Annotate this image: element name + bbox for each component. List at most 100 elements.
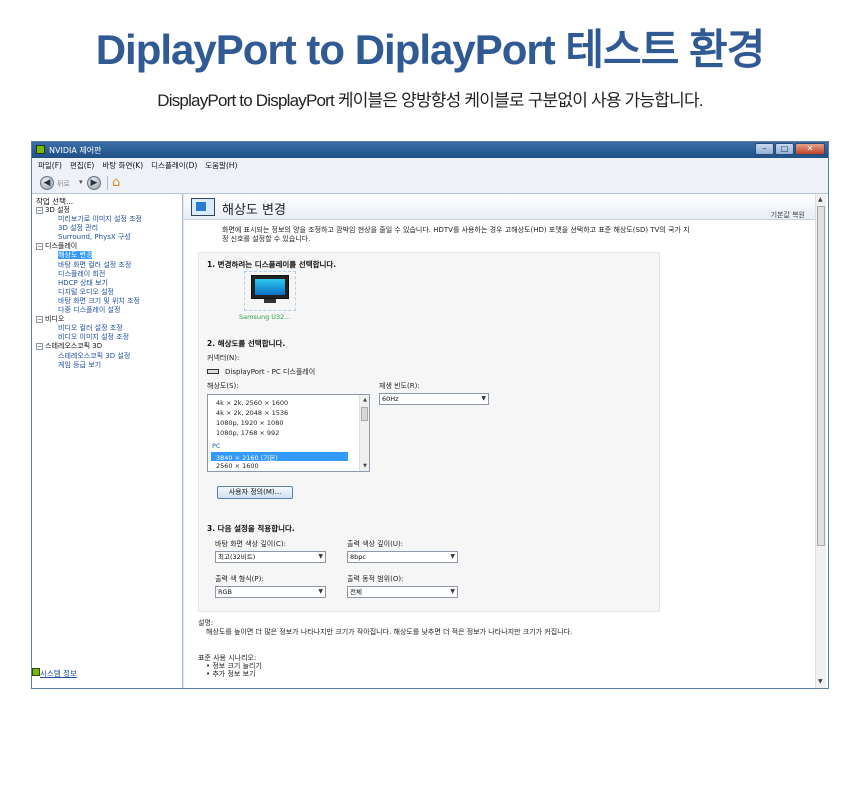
content-scroll-thumb[interactable]	[817, 206, 825, 546]
content-header: 해상도 변경 기본값 복원	[184, 194, 815, 220]
display-resolution-icon	[191, 198, 215, 216]
task-tree: −3D 설정 미리보기로 이미지 설정 조정 3D 설정 관리 Surround, P…	[36, 206, 142, 370]
sidebar-item-label: HDCP 상태 보기	[58, 278, 108, 287]
back-label[interactable]: 뒤로	[57, 179, 70, 189]
chevron-down-icon: ▼	[318, 553, 323, 560]
monitor-label[interactable]: Samsung U32...	[239, 313, 291, 321]
chevron-down-icon: ▼	[318, 588, 323, 595]
resolution-option[interactable]: 2560 × 1600	[216, 462, 259, 470]
menu-bar: 파일(F) 편집(E) 바탕 화면(K) 디스플레이(D) 도움말(H)	[32, 158, 828, 172]
chevron-down-icon: ▼	[450, 553, 455, 560]
sidebar-item-label: 다중 디스플레이 설정	[58, 306, 121, 315]
sidebar-item[interactable]: 비디오 컬러 설정 조정	[36, 324, 142, 333]
sidebar-item[interactable]: 디지털 오디오 설정	[36, 288, 142, 297]
back-arrow-icon[interactable]: ◀	[40, 176, 54, 190]
sidebar-item[interactable]: Surround, PhysX 구성	[36, 233, 142, 242]
sidebar-category[interactable]: − 스테레오스코픽 3D	[36, 342, 142, 351]
collapse-icon[interactable]: −	[36, 316, 43, 324]
scroll-up-icon[interactable]: ▲	[363, 397, 367, 403]
output-color-format-label: 출력 색 형식(P):	[215, 575, 264, 583]
sidebar-item[interactable]: 바탕 화면 크기 및 위치 조정	[36, 297, 142, 306]
sidebar-item-label: 해상도 변경	[58, 251, 93, 260]
resolution-scroll-thumb[interactable]	[361, 407, 368, 421]
menu-file[interactable]: 파일(F)	[38, 160, 62, 171]
connector-label: 커넥터(N):	[207, 354, 240, 362]
minimize-button[interactable]: –	[755, 143, 774, 155]
resolution-option[interactable]: 4k × 2k, 2048 × 1536	[216, 409, 288, 417]
scroll-up-icon[interactable]: ▲	[818, 196, 823, 203]
resolution-label: 해상도(S):	[207, 382, 239, 390]
output-dynamic-range-select[interactable]: 전체 ▼	[347, 586, 458, 598]
banner-subtitle: DisplayPort to DisplayPort 케이블은 양방향성 케이블…	[157, 91, 703, 110]
collapse-icon[interactable]: −	[36, 343, 43, 351]
sidebar-category[interactable]: − 비디오	[36, 315, 142, 324]
settings-panel: 1. 변경하려는 디스플레이를 선택합니다. Samsung U32... 2.…	[198, 252, 660, 612]
sidebar-item[interactable]: 다중 디스플레이 설정	[36, 306, 142, 315]
scroll-down-icon[interactable]: ▼	[363, 463, 367, 469]
sidebar-category[interactable]: −3D 설정	[36, 206, 142, 215]
sidebar-item-label: 디지털 오디오 설정	[58, 287, 114, 296]
sidebar-item-label: 비디오 이미지 설정 조정	[58, 333, 130, 342]
scenario-item: • 추가 정보 보기	[206, 670, 256, 678]
resolution-option[interactable]: 4k × 2k, 2560 × 1600	[216, 399, 288, 407]
explanation-heading: 설명:	[198, 619, 214, 627]
maximize-button[interactable]: □	[775, 143, 794, 155]
scenario-item: • 정보 크기 늘리기	[206, 662, 262, 670]
resolution-group-pc: PC	[212, 442, 221, 450]
forward-arrow-icon[interactable]: ▶	[87, 176, 101, 190]
refresh-label: 재생 빈도(R):	[379, 382, 420, 390]
system-info-link[interactable]: 시스템 정보	[40, 668, 77, 679]
title-bar[interactable]: NVIDIA 제어판 – □ ✕	[32, 142, 828, 158]
menu-help[interactable]: 도움말(H)	[205, 160, 237, 171]
output-color-depth-select[interactable]: 8bpc ▼	[347, 551, 458, 563]
nvidia-control-panel-window: NVIDIA 제어판 – □ ✕ 파일(F) 편집(E) 바탕 화면(K) 디스…	[31, 141, 829, 689]
output-color-depth-label: 출력 색상 깊이(U):	[347, 540, 404, 548]
scenario-heading: 표준 사용 시나리오:	[198, 654, 257, 662]
resolution-selected[interactable]: 3840 × 2160 (기본)	[211, 454, 278, 462]
menu-edit[interactable]: 편집(E)	[70, 160, 94, 171]
output-color-depth-value: 8bpc	[350, 553, 366, 561]
resolution-option[interactable]: 1080p, 1920 × 1080	[216, 419, 283, 427]
sidebar-item-label: 미리보기로 이미지 설정 조정	[58, 215, 142, 224]
monitor-icon[interactable]	[251, 275, 289, 307]
output-color-format-select[interactable]: RGB ▼	[215, 586, 326, 598]
sidebar-item-label: 게임 등급 보기	[58, 360, 102, 369]
step1-heading: 1. 변경하려는 디스플레이를 선택합니다.	[207, 260, 337, 269]
desktop-color-depth-select[interactable]: 최고(32비트) ▼	[215, 551, 326, 563]
resolution-selected-highlight[interactable]: 3840 × 2160 (기본)	[211, 452, 348, 462]
restore-defaults-link[interactable]: 기본값 복원	[771, 210, 805, 220]
menu-display[interactable]: 디스플레이(D)	[151, 160, 197, 171]
content-scrollbar[interactable]: ▲ ▼	[815, 194, 826, 688]
refresh-rate-value: 60Hz	[382, 395, 399, 403]
collapse-icon[interactable]: −	[36, 207, 43, 214]
sidebar-item[interactable]: 게임 등급 보기	[36, 361, 142, 370]
content-pane: 해상도 변경 기본값 복원 화면에 표시되는 정보의 양을 조정하고 깜박임 현…	[184, 194, 828, 688]
sidebar-item[interactable]: 3D 설정 관리	[36, 224, 142, 233]
resolution-option[interactable]: 1080p, 1768 × 992	[216, 429, 279, 437]
displayport-connector-icon	[207, 369, 219, 374]
output-dynamic-range-value: 전체	[350, 588, 362, 596]
page-title: 해상도 변경	[222, 203, 286, 218]
home-icon[interactable]: ⌂	[112, 175, 120, 190]
refresh-rate-select[interactable]: 60Hz ▼	[379, 393, 489, 405]
sidebar-item[interactable]: 미리보기로 이미지 설정 조정	[36, 215, 142, 224]
sidebar-item[interactable]: 디스플레이 회전	[36, 270, 142, 279]
explanation: 설명: 해상도를 높이면 더 많은 정보가 나타나지만 크기가 작아집니다. 해…	[198, 619, 572, 637]
sidebar-item[interactable]: HDCP 상태 보기	[36, 279, 142, 288]
resolution-listbox[interactable]: 4k × 2k, 2560 × 1600 4k × 2k, 2048 × 153…	[207, 394, 370, 472]
window-title: NVIDIA 제어판	[49, 146, 102, 155]
sidebar-item-label: 비디오 컬러 설정 조정	[58, 324, 123, 333]
chevron-down-icon: ▼	[481, 395, 486, 402]
history-dropdown-icon[interactable]: ▾	[79, 178, 83, 186]
system-info-icon	[32, 668, 40, 676]
connector-value: DisplayPort - PC 디스플레이	[225, 368, 316, 376]
sidebar-item[interactable]: 스테레오스코픽 3D 설정	[36, 352, 142, 361]
menu-desktop[interactable]: 바탕 화면(K)	[102, 160, 143, 171]
sidebar-item[interactable]: 바탕 화면 컬러 설정 조정	[36, 261, 142, 270]
collapse-icon[interactable]: −	[36, 243, 43, 251]
close-button[interactable]: ✕	[795, 143, 825, 155]
toolbar-divider	[107, 176, 108, 190]
sidebar-item[interactable]: 해상도 변경	[36, 251, 142, 260]
scroll-down-icon[interactable]: ▼	[818, 678, 823, 685]
custom-resolution-button[interactable]: 사용자 정의(M)...	[217, 486, 293, 499]
